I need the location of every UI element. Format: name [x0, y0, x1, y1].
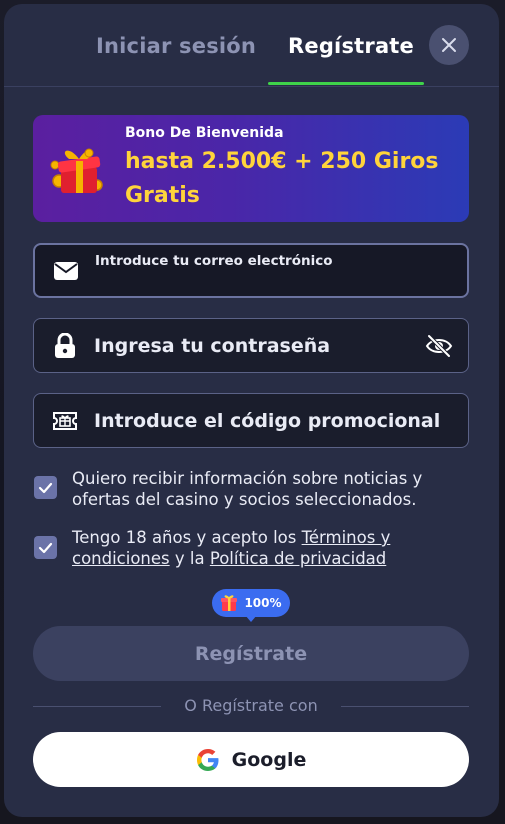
divider-line-right — [341, 706, 469, 707]
terms-consent-checkbox[interactable] — [34, 536, 57, 559]
checkmark-icon — [38, 482, 53, 493]
gift-box-icon — [50, 148, 103, 193]
social-divider: O Regístrate con — [33, 696, 469, 718]
google-signin-label: Google — [231, 748, 307, 771]
welcome-bonus-banner: Bono De Bienvenida hasta 2.500€ + 250 Gi… — [33, 115, 469, 222]
register-submit-label: Regístrate — [194, 642, 308, 665]
active-tab-indicator — [268, 82, 424, 85]
checkmark-icon — [38, 542, 53, 553]
terms-consent-text: Tengo 18 años y acepto los Términos y co… — [72, 527, 462, 569]
close-icon — [442, 38, 456, 52]
promo-code-field[interactable]: Introduce el código promocional — [33, 393, 469, 448]
tab-register[interactable]: Regístrate — [288, 34, 414, 58]
register-submit-button[interactable]: Regístrate — [33, 626, 469, 681]
envelope-icon — [53, 258, 79, 284]
progress-badge-pointer — [245, 615, 257, 622]
google-signin-button[interactable]: Google — [33, 732, 469, 787]
terms-text-2: y la — [169, 549, 210, 568]
lock-icon — [52, 332, 78, 359]
tab-login[interactable]: Iniciar sesión — [96, 34, 256, 58]
registration-modal: Iniciar sesión Regístrate Bono De Bienve… — [4, 4, 499, 817]
marketing-consent-checkbox[interactable] — [34, 476, 57, 499]
progress-value: 100% — [244, 596, 282, 610]
password-field[interactable]: Ingresa tu contraseña — [33, 318, 469, 373]
marketing-consent-text: Quiero recibir información sobre noticia… — [72, 469, 423, 509]
bonus-subtitle: Bono De Bienvenida — [125, 125, 284, 141]
terms-text-1: Tengo 18 años y acepto los — [72, 528, 302, 547]
password-label: Ingresa tu contraseña — [94, 334, 331, 357]
bonus-title: hasta 2.500€ + 250 Giros Gratis — [125, 149, 439, 208]
promo-code-label: Introduce el código promocional — [94, 409, 441, 432]
gift-icon — [221, 595, 238, 611]
email-field[interactable]: Introduce tu correo electrónico — [33, 243, 469, 298]
auth-tabs: Iniciar sesión Regístrate — [4, 4, 499, 87]
privacy-link[interactable]: Política de privacidad — [210, 549, 386, 568]
google-icon — [196, 748, 219, 771]
ticket-icon — [52, 408, 78, 434]
eye-slash-icon[interactable] — [424, 331, 454, 361]
close-button[interactable] — [429, 25, 469, 65]
progress-badge: 100% — [212, 589, 290, 617]
email-label: Introduce tu correo electrónico — [95, 253, 333, 269]
